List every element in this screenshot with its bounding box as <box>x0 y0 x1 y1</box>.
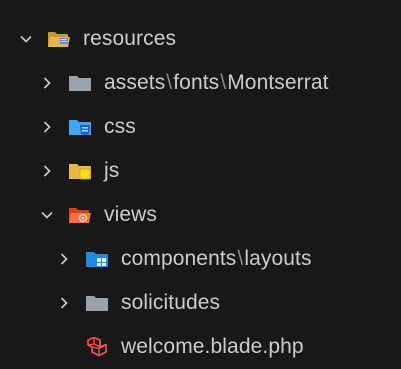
tree-item-label: welcome.blade.php <box>121 335 304 358</box>
file-explorer-tree: resources assets\fonts\Montserrat css js… <box>0 0 401 362</box>
folder-icon <box>85 293 109 313</box>
tree-item-components-layouts[interactable]: components\layouts <box>0 237 401 281</box>
path-separator: \ <box>220 71 227 94</box>
compact-folder-path: assets\fonts\Montserrat <box>104 71 329 95</box>
tree-item-resources[interactable]: resources <box>0 17 401 61</box>
tree-item-assets-fonts-montserrat[interactable]: assets\fonts\Montserrat <box>0 61 401 105</box>
path-separator: \ <box>166 71 173 94</box>
path-segment-layouts[interactable]: layouts <box>244 247 311 270</box>
folder-js-icon <box>68 161 92 181</box>
folder-components-icon <box>85 249 109 269</box>
path-segment-assets[interactable]: assets <box>104 71 165 94</box>
tree-item-welcome-blade-php[interactable]: welcome.blade.php <box>0 325 401 369</box>
compact-folder-path: components\layouts <box>121 247 312 271</box>
chevron-right-icon[interactable] <box>57 252 71 266</box>
chevron-down-icon[interactable] <box>40 208 54 222</box>
path-segment-components[interactable]: components <box>121 247 236 270</box>
tree-item-views[interactable]: views <box>0 193 401 237</box>
path-separator: \ <box>237 247 244 270</box>
folder-css-icon <box>68 117 92 137</box>
chevron-right-icon[interactable] <box>40 164 54 178</box>
folder-resources-open-icon <box>47 29 71 49</box>
tree-item-js[interactable]: js <box>0 149 401 193</box>
tree-item-label: js <box>104 159 120 182</box>
chevron-right-icon[interactable] <box>40 76 54 90</box>
laravel-blade-icon <box>85 337 109 357</box>
tree-item-label: resources <box>83 27 177 50</box>
chevron-down-icon[interactable] <box>19 32 33 46</box>
folder-views-open-icon <box>68 205 92 225</box>
folder-icon <box>68 73 92 93</box>
tree-item-label: css <box>104 115 136 138</box>
path-segment-montserrat[interactable]: Montserrat <box>227 71 328 94</box>
tree-item-label: solicitudes <box>121 291 221 314</box>
chevron-right-icon[interactable] <box>57 296 71 310</box>
chevron-right-icon[interactable] <box>40 120 54 134</box>
tree-item-css[interactable]: css <box>0 105 401 149</box>
tree-item-label: views <box>104 203 158 226</box>
path-segment-fonts[interactable]: fonts <box>173 71 219 94</box>
tree-item-solicitudes[interactable]: solicitudes <box>0 281 401 325</box>
